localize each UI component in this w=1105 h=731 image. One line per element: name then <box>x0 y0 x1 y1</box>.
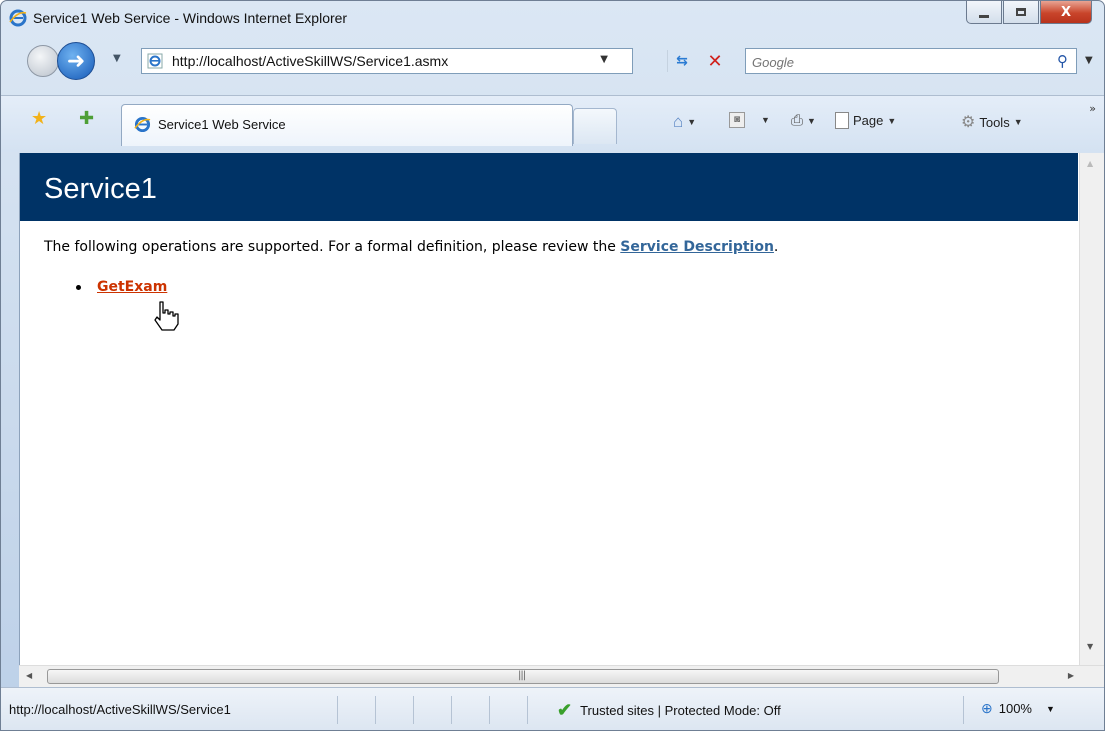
hand-pointer-icon <box>154 301 179 331</box>
address-url[interactable]: http://localhost/ActiveSkillWS/Service1.… <box>172 53 448 69</box>
intro-text: The following operations are supported. … <box>44 239 621 255</box>
minimize-icon <box>979 14 989 18</box>
close-icon: X <box>1060 4 1072 20</box>
print-icon: ⎙ <box>791 112 804 129</box>
operations-list: GetExam <box>76 279 167 295</box>
intro-tail: . <box>773 239 779 255</box>
title-bar: Service1 Web Service - Windows Internet … <box>1 1 1104 37</box>
address-dropdown[interactable]: ▼ <box>600 54 608 65</box>
page-banner: Service1 <box>20 153 1078 221</box>
feeds-button[interactable]: ◙ ▼ <box>729 112 770 128</box>
status-bar: http://localhost/ActiveSkillWS/Service1 … <box>1 687 1104 730</box>
status-divider <box>451 696 452 724</box>
stop-icon: ✕ <box>707 50 723 72</box>
page-menu[interactable]: Page ▼ <box>835 112 896 129</box>
tab-service1[interactable]: Service1 Web Service <box>121 104 573 146</box>
stop-button[interactable]: ✕ <box>703 50 727 72</box>
list-item: GetExam <box>76 279 167 295</box>
window-title: Service1 Web Service - Windows Internet … <box>33 10 348 26</box>
feeds-icon: ◙ <box>729 112 745 128</box>
search-box[interactable]: ⚲ <box>745 48 1077 74</box>
tab-bar: ★ ✚ Service1 Web Service ⌂ ▼ ◙ ▼ ⎙ ▼ Page ▼ … <box>1 95 1104 152</box>
tools-menu[interactable]: ⚙ Tools ▼ <box>961 112 1023 132</box>
window-controls: X <box>966 1 1092 24</box>
recent-pages-dropdown[interactable]: ▼ <box>113 53 121 64</box>
tools-menu-label: Tools <box>979 114 1010 130</box>
status-divider <box>413 696 414 724</box>
page-title: Service1 <box>44 173 157 205</box>
home-button[interactable]: ⌂ ▼ <box>673 112 696 132</box>
zoom-level: 100% <box>998 701 1032 716</box>
status-divider <box>489 696 490 724</box>
browser-window: Service1 Web Service - Windows Internet … <box>0 0 1105 731</box>
print-button[interactable]: ⎙ ▼ <box>791 112 816 129</box>
operation-link-getexam[interactable]: GetExam <box>97 279 167 295</box>
zoom-icon: ⊕ <box>981 700 993 716</box>
more-commands-chevron-icon[interactable]: » <box>1089 102 1096 115</box>
intro-paragraph: The following operations are supported. … <box>44 239 778 255</box>
page-menu-label: Page <box>853 113 884 128</box>
search-input[interactable] <box>750 51 1034 73</box>
checkmark-icon: ✔ <box>557 700 573 720</box>
service-description-link[interactable]: Service Description <box>620 239 774 255</box>
tab-label: Service1 Web Service <box>158 117 286 132</box>
gear-icon: ⚙ <box>961 114 976 131</box>
scroll-left-arrow-icon[interactable]: ◀ <box>26 671 32 680</box>
horizontal-scroll-thumb[interactable]: ||| <box>47 669 999 684</box>
scroll-right-arrow-icon[interactable]: ▶ <box>1068 671 1074 680</box>
home-icon: ⌂ <box>673 112 684 131</box>
status-divider <box>375 696 376 724</box>
zoom-control[interactable]: ⊕ 100% ▼ <box>981 700 1055 717</box>
status-divider <box>337 696 338 724</box>
navigation-bar: ➜ ▼ http://localhost/ActiveSkillWS/Servi… <box>1 37 1104 93</box>
page-viewport: Service1 The following operations are su… <box>19 153 1080 665</box>
refresh-button[interactable]: ⇆ <box>667 50 696 72</box>
scroll-down-arrow-icon[interactable]: ▼ <box>1087 642 1093 651</box>
forward-arrow-icon: ➜ <box>66 48 86 74</box>
ie-logo-icon <box>134 116 151 133</box>
add-favorites-icon[interactable]: ✚ <box>79 108 94 129</box>
search-options-dropdown[interactable]: ▼ <box>1085 55 1093 66</box>
refresh-icon: ⇆ <box>676 53 688 69</box>
scroll-grip-icon: ||| <box>518 670 526 681</box>
zoom-dropdown[interactable]: ▼ <box>1046 704 1055 714</box>
favorites-star-icon[interactable]: ★ <box>31 108 47 129</box>
back-button[interactable] <box>27 45 59 77</box>
new-tab-button[interactable] <box>573 108 617 144</box>
security-zone-label: Trusted sites | Protected Mode: Off <box>580 703 781 718</box>
ie-logo-icon <box>9 9 27 27</box>
maximize-button[interactable] <box>1003 1 1039 24</box>
horizontal-scrollbar[interactable]: ◀ ||| ▶ <box>19 665 1104 687</box>
address-bar[interactable]: http://localhost/ActiveSkillWS/Service1.… <box>141 48 633 74</box>
maximize-icon <box>1016 8 1026 16</box>
status-divider <box>527 696 528 724</box>
close-button[interactable]: X <box>1040 1 1092 24</box>
vertical-scrollbar[interactable]: ▲ ▼ <box>1079 153 1104 665</box>
bullet-icon <box>76 284 81 290</box>
scroll-up-arrow-icon[interactable]: ▲ <box>1087 159 1093 168</box>
security-zone[interactable]: ✔ Trusted sites | Protected Mode: Off <box>557 700 781 721</box>
ie-page-icon <box>147 53 163 69</box>
magnifier-icon[interactable]: ⚲ <box>1057 52 1068 70</box>
page-icon <box>835 112 849 129</box>
status-divider <box>963 696 964 724</box>
minimize-button[interactable] <box>966 1 1002 24</box>
forward-button[interactable]: ➜ <box>57 42 95 80</box>
status-url: http://localhost/ActiveSkillWS/Service1 <box>9 702 231 717</box>
